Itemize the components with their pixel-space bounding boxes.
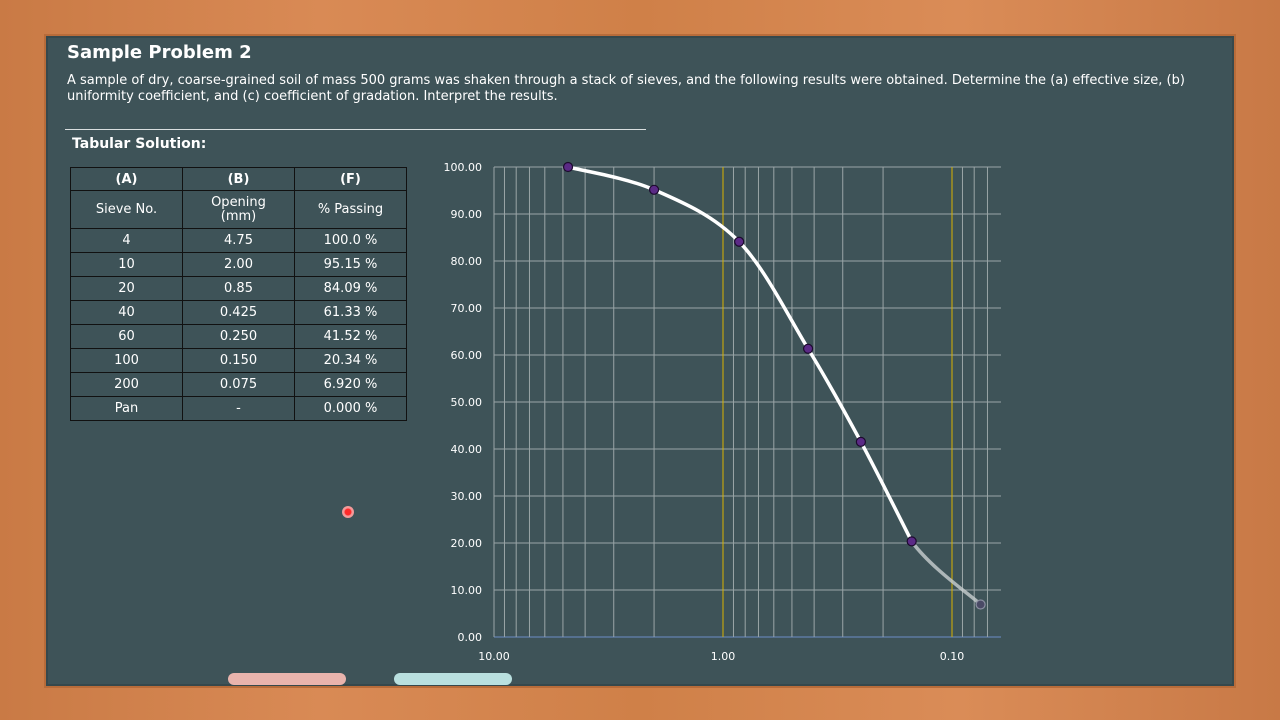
table-letter-row: (A) (B) (F) xyxy=(70,167,407,191)
y-tick-label: 80.00 xyxy=(451,255,483,268)
cell-opening: 2.00 xyxy=(182,252,295,277)
section-subtitle: Tabular Solution: xyxy=(72,136,207,152)
cell-passing: 20.34 % xyxy=(294,348,407,373)
cell-sieve-no: 20 xyxy=(70,276,183,301)
table-header-row: Sieve No. Opening (mm) % Passing xyxy=(70,190,407,229)
cell-passing: 41.52 % xyxy=(294,324,407,349)
table-row: 200 0.075 6.920 % xyxy=(70,372,407,397)
table-row: 40 0.425 61.33 % xyxy=(70,300,407,325)
y-tick-label: 40.00 xyxy=(451,443,483,456)
column-header-text: Opening (mm) xyxy=(211,194,266,224)
column-letter: (B) xyxy=(182,167,295,191)
column-letter: (F) xyxy=(294,167,407,191)
y-tick-label: 10.00 xyxy=(451,584,483,597)
problem-statement: A sample of dry, coarse-grained soil of … xyxy=(67,73,1185,104)
cell-opening: 0.150 xyxy=(182,348,295,373)
data-point xyxy=(734,236,745,247)
cell-opening: 0.250 xyxy=(182,324,295,349)
sieve-table: (A) (B) (F) Sieve No. Opening (mm) % Pas… xyxy=(70,167,407,421)
data-points xyxy=(562,161,986,610)
cell-sieve-no: 10 xyxy=(70,252,183,277)
y-tick-label: 0.00 xyxy=(458,631,483,644)
cell-passing: 84.09 % xyxy=(294,276,407,301)
column-header: % Passing xyxy=(294,190,407,229)
data-point xyxy=(802,343,814,354)
table-row: 60 0.250 41.52 % xyxy=(70,324,407,349)
cell-passing: 0.000 % xyxy=(294,396,407,421)
cell-opening: 4.75 xyxy=(182,228,295,253)
y-tick-label: 70.00 xyxy=(451,302,483,315)
column-letter: (A) xyxy=(70,167,183,191)
cell-opening: 0.075 xyxy=(182,372,295,397)
cell-sieve-no: Pan xyxy=(70,396,183,421)
x-tick-label: 10.00 xyxy=(478,650,510,663)
x-axis-ticks: 10.00 1.00 0.10 xyxy=(478,650,964,663)
table-row: 4 4.75 100.0 % xyxy=(70,228,407,253)
table-row: Pan - 0.000 % xyxy=(70,396,407,421)
table-row: 100 0.150 20.34 % xyxy=(70,348,407,373)
divider xyxy=(65,129,646,130)
cell-passing: 95.15 % xyxy=(294,252,407,277)
cyan-chalk[interactable] xyxy=(394,673,512,685)
data-point xyxy=(906,536,917,547)
y-tick-label: 30.00 xyxy=(451,490,483,503)
cell-sieve-no: 200 xyxy=(70,372,183,397)
cell-opening: - xyxy=(182,396,295,421)
gradation-curve xyxy=(566,165,983,607)
x-tick-label: 0.10 xyxy=(940,650,965,663)
y-tick-label: 90.00 xyxy=(451,208,483,221)
cell-passing: 100.0 % xyxy=(294,228,407,253)
cell-sieve-no: 4 xyxy=(70,228,183,253)
cell-opening: 0.85 xyxy=(182,276,295,301)
curve-solid xyxy=(566,165,914,544)
table-row: 10 2.00 95.15 % xyxy=(70,252,407,277)
chalkboard: Sample Problem 2 A sample of dry, coarse… xyxy=(46,36,1234,686)
y-tick-label: 50.00 xyxy=(451,396,483,409)
cell-sieve-no: 100 xyxy=(70,348,183,373)
data-point xyxy=(855,436,866,447)
column-header: Opening (mm) xyxy=(182,190,295,229)
cell-passing: 61.33 % xyxy=(294,300,407,325)
cell-passing: 6.920 % xyxy=(294,372,407,397)
pointer-icon xyxy=(342,506,354,518)
column-header: Sieve No. xyxy=(70,190,183,229)
cell-sieve-no: 60 xyxy=(70,324,183,349)
table-row: 20 0.85 84.09 % xyxy=(70,276,407,301)
cell-opening: 0.425 xyxy=(182,300,295,325)
cell-sieve-no: 40 xyxy=(70,300,183,325)
chart-grid xyxy=(493,166,1001,638)
data-point xyxy=(562,161,574,173)
x-tick-label: 1.00 xyxy=(711,650,736,663)
curve-faded xyxy=(909,539,983,607)
pink-chalk[interactable] xyxy=(228,673,346,685)
data-point xyxy=(975,599,986,610)
page-title: Sample Problem 2 xyxy=(67,42,252,63)
y-axis-ticks: 0.00 10.00 20.00 30.00 40.00 50.00 60.00 70.00 8… xyxy=(444,161,483,644)
y-tick-label: 20.00 xyxy=(451,537,483,550)
data-point xyxy=(648,184,660,195)
y-tick-label: 60.00 xyxy=(451,349,483,362)
y-tick-label: 100.00 xyxy=(444,161,483,174)
